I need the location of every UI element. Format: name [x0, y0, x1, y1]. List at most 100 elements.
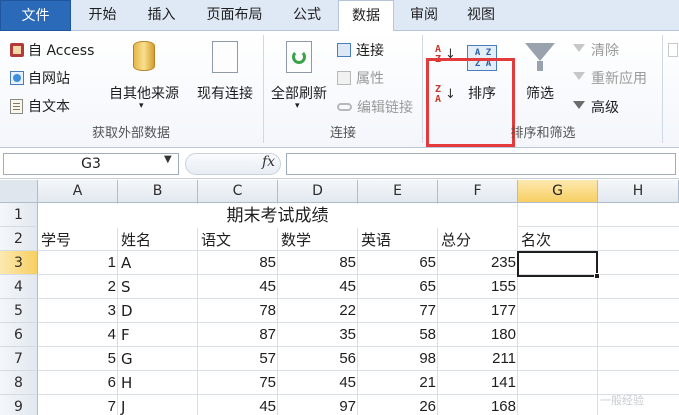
existing-connections-button[interactable]: 现有连接 — [191, 37, 259, 121]
table-cell[interactable]: 5 — [38, 347, 118, 371]
tab-home[interactable]: 开始 — [75, 0, 130, 31]
table-cell[interactable]: 77 — [358, 299, 438, 323]
table-cell[interactable]: 6 — [38, 371, 118, 395]
column-header[interactable]: A — [38, 180, 118, 203]
table-cell[interactable]: F — [119, 323, 197, 347]
column-header[interactable]: E — [358, 180, 438, 203]
table-cell[interactable]: A — [119, 251, 197, 275]
table-cell[interactable]: 1 — [38, 251, 118, 275]
row-header[interactable]: 6 — [0, 323, 38, 347]
properties-button[interactable]: 属性 — [337, 68, 384, 88]
table-cell[interactable]: 45 — [198, 395, 278, 415]
table-cell[interactable]: G — [119, 347, 197, 371]
insert-function-icon[interactable]: fx — [262, 154, 275, 170]
table-cell[interactable]: 45 — [198, 275, 278, 299]
table-cell[interactable]: 45 — [278, 371, 358, 395]
tab-view[interactable]: 视图 — [455, 0, 507, 31]
spreadsheet-grid[interactable]: A B C D E F G H 1 2 3 4 5 6 7 8 9 期末考试成绩… — [0, 180, 679, 415]
select-all-corner[interactable] — [0, 180, 38, 203]
tab-formulas[interactable]: 公式 — [281, 0, 333, 31]
fill-handle[interactable] — [594, 273, 600, 279]
table-cell[interactable]: 26 — [358, 395, 438, 415]
header-cell[interactable]: 总分 — [439, 228, 517, 252]
header-cell[interactable]: 语文 — [199, 228, 277, 252]
name-box-dropdown-icon[interactable]: ▼ — [164, 154, 172, 165]
table-cell[interactable]: 85 — [198, 251, 278, 275]
table-cell[interactable]: 35 — [278, 323, 358, 347]
column-header[interactable]: B — [118, 180, 198, 203]
row-header[interactable]: 4 — [0, 275, 38, 299]
table-cell[interactable]: D — [119, 299, 197, 323]
header-cell[interactable]: 姓名 — [119, 228, 197, 252]
column-header[interactable]: D — [278, 180, 358, 203]
table-cell[interactable]: 56 — [278, 347, 358, 371]
table-cell[interactable]: 168 — [438, 395, 518, 415]
row-header[interactable]: 9 — [0, 395, 38, 415]
column-header-selected[interactable]: G — [518, 180, 598, 203]
row-header[interactable]: 2 — [0, 227, 38, 251]
from-web-button[interactable]: 自网站 — [10, 68, 70, 88]
table-cell[interactable]: 141 — [438, 371, 518, 395]
table-cell[interactable]: 98 — [358, 347, 438, 371]
name-box[interactable]: G3 — [3, 153, 179, 175]
column-header[interactable]: F — [438, 180, 518, 203]
filter-button[interactable]: 筛选 — [520, 37, 560, 121]
table-cell[interactable]: 155 — [438, 275, 518, 299]
table-cell[interactable]: 22 — [278, 299, 358, 323]
table-cell[interactable]: 211 — [438, 347, 518, 371]
table-cell[interactable]: 235 — [438, 251, 518, 275]
row-header[interactable]: 7 — [0, 347, 38, 371]
table-cell[interactable]: 75 — [198, 371, 278, 395]
column-header[interactable]: H — [598, 180, 679, 203]
row-header-selected[interactable]: 3 — [0, 251, 38, 275]
header-cell[interactable]: 名次 — [519, 228, 597, 252]
tab-insert[interactable]: 插入 — [134, 0, 189, 31]
column-header[interactable]: C — [198, 180, 278, 203]
header-cell[interactable]: 数学 — [279, 228, 357, 252]
row-header[interactable]: 8 — [0, 371, 38, 395]
table-cell[interactable]: 45 — [278, 275, 358, 299]
refresh-all-button[interactable]: 全部刷新 ▾ — [266, 37, 332, 121]
tab-data[interactable]: 数据 — [338, 0, 394, 32]
table-cell[interactable]: 97 — [278, 395, 358, 415]
table-cell[interactable]: 57 — [198, 347, 278, 371]
table-cell[interactable]: 65 — [358, 275, 438, 299]
from-text-button[interactable]: 自文本 — [10, 96, 70, 116]
sheet-title-cell[interactable]: 期末考试成绩 — [38, 204, 517, 228]
text-file-icon — [10, 98, 23, 114]
table-cell[interactable]: 3 — [38, 299, 118, 323]
edit-links-button[interactable]: 编辑链接 — [337, 97, 413, 117]
data-tools-icon[interactable] — [668, 43, 678, 57]
table-cell[interactable]: J — [119, 395, 197, 415]
table-cell[interactable]: 21 — [358, 371, 438, 395]
from-access-button[interactable]: 自 Access — [10, 40, 94, 60]
tab-page-layout[interactable]: 页面布局 — [192, 0, 277, 31]
from-other-sources-button[interactable]: 自其他来源 ▾ — [104, 37, 184, 121]
table-cell[interactable]: 7 — [38, 395, 118, 415]
row-header[interactable]: 5 — [0, 299, 38, 323]
tab-review[interactable]: 审阅 — [399, 0, 449, 31]
table-cell[interactable]: 87 — [198, 323, 278, 347]
formula-input[interactable] — [286, 153, 676, 175]
reapply-button[interactable]: 重新应用 — [572, 68, 647, 88]
table-cell[interactable]: S — [119, 275, 197, 299]
table-cell[interactable]: 78 — [198, 299, 278, 323]
connections-button[interactable]: 连接 — [337, 40, 384, 60]
active-cell-g3[interactable] — [517, 251, 598, 277]
table-cell[interactable]: 85 — [278, 251, 358, 275]
table-cell[interactable]: 58 — [358, 323, 438, 347]
table-cell[interactable]: H — [119, 371, 197, 395]
table-cell[interactable]: 177 — [438, 299, 518, 323]
table-cell[interactable]: 180 — [438, 323, 518, 347]
table-cell[interactable]: 65 — [358, 251, 438, 275]
from-web-label: 自网站 — [28, 71, 70, 87]
advanced-button[interactable]: 高级 — [572, 97, 619, 117]
clear-label: 清除 — [591, 43, 619, 59]
table-cell[interactable]: 2 — [38, 275, 118, 299]
row-header[interactable]: 1 — [0, 203, 38, 227]
clear-button[interactable]: 清除 — [572, 40, 619, 60]
header-cell[interactable]: 学号 — [39, 228, 117, 252]
tab-file[interactable]: 文件 — [0, 0, 71, 31]
table-cell[interactable]: 4 — [38, 323, 118, 347]
header-cell[interactable]: 英语 — [359, 228, 437, 252]
